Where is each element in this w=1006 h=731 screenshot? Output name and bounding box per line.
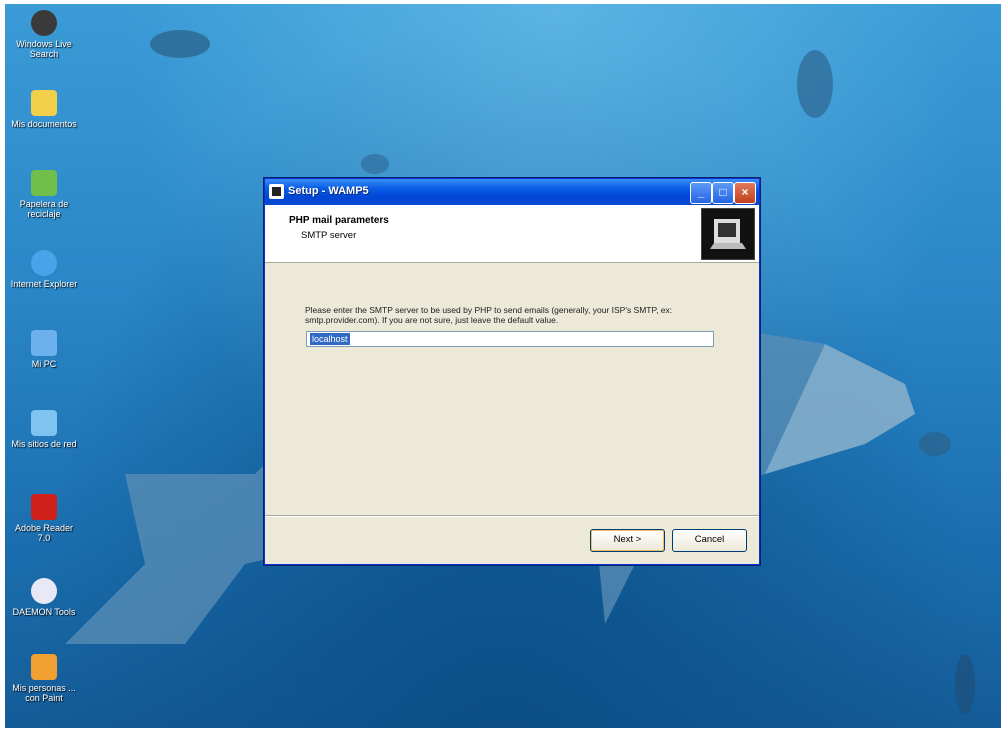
maximize-button[interactable]: □ [712, 182, 734, 204]
paint-icon [31, 654, 57, 680]
desktop-icon-paint[interactable]: Mis personas ... con Paint [9, 654, 79, 703]
title-bar[interactable]: Setup - WAMP5 _ □ × [265, 179, 759, 205]
desktop-icon-my-computer[interactable]: Mi PC [9, 330, 79, 369]
computer-icon [31, 330, 57, 356]
wizard-header: PHP mail parameters SMTP server [265, 205, 759, 263]
smtp-server-input[interactable]: localhost [306, 331, 714, 347]
daemon-tools-icon [31, 578, 57, 604]
page-subtitle: SMTP server [301, 230, 357, 241]
smtp-server-value: localhost [310, 333, 350, 345]
network-icon [31, 410, 57, 436]
recycle-bin-icon [31, 170, 57, 196]
live-search-icon [31, 10, 57, 36]
wizard-body: Please enter the SMTP server to be used … [265, 263, 759, 513]
page-title: PHP mail parameters [289, 215, 389, 226]
desktop-icon-live-search[interactable]: Windows Live Search [9, 10, 79, 59]
window-title: Setup - WAMP5 [288, 185, 369, 197]
desktop-icon-internet-explorer[interactable]: Internet Explorer [9, 250, 79, 289]
setup-window: Setup - WAMP5 _ □ × PHP mail parameters … [264, 178, 760, 565]
minimize-button[interactable]: _ [690, 182, 712, 204]
desktop-icon-daemon-tools[interactable]: DAEMON Tools [9, 578, 79, 617]
adobe-reader-icon [31, 494, 57, 520]
cancel-button[interactable]: Cancel [672, 529, 747, 552]
instruction-text: Please enter the SMTP server to be used … [305, 305, 673, 325]
footer-divider [265, 515, 759, 517]
close-button[interactable]: × [734, 182, 756, 204]
desktop-icon-network-places[interactable]: Mis sitios de red [9, 410, 79, 449]
desktop-icon-recycle-bin[interactable]: Papelera de reciclaje [9, 170, 79, 219]
internet-explorer-icon [31, 250, 57, 276]
desktop-icon-adobe-reader[interactable]: Adobe Reader 7.0 [9, 494, 79, 543]
desktop-icon-my-documents[interactable]: Mis documentos [9, 90, 79, 129]
wamp-logo-icon [701, 208, 755, 260]
next-button[interactable]: Next > [590, 529, 665, 552]
folder-icon [31, 90, 57, 116]
setup-app-icon [269, 184, 284, 199]
